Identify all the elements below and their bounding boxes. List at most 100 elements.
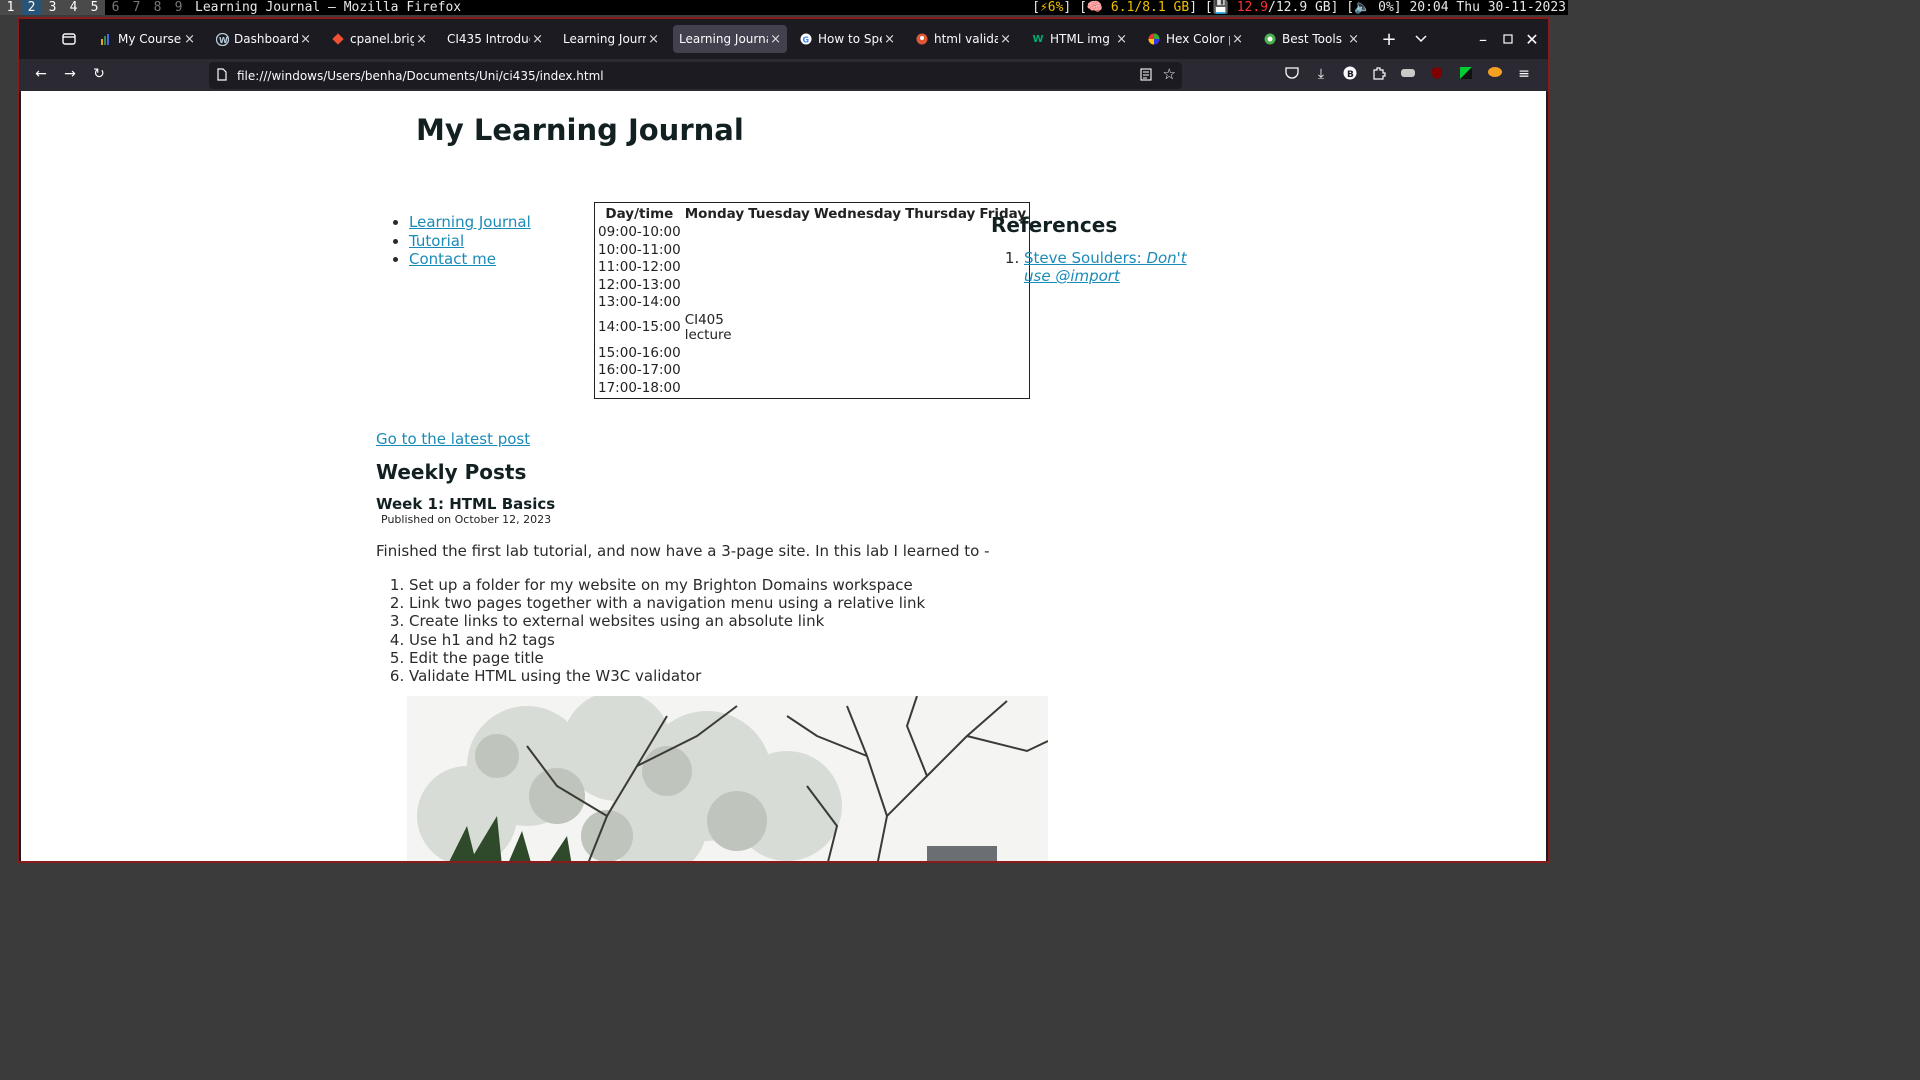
table-row: 15:00-16:00 — [597, 344, 1027, 362]
post-intro: Finished the first lab tutorial, and now… — [376, 542, 990, 560]
tab-cpanel[interactable]: cpanel.brigh× — [325, 25, 433, 53]
monday-cell — [684, 363, 745, 379]
hamburger-menu-icon[interactable]: ≡ — [1514, 66, 1534, 82]
workspace-7[interactable]: 7 — [126, 0, 147, 15]
tab-learning-journal-active[interactable]: Learning Journal × — [673, 25, 787, 53]
download-icon[interactable]: ⤓ — [1311, 66, 1331, 82]
workspace-8[interactable]: 8 — [147, 0, 168, 15]
duckduckgo-icon — [915, 32, 929, 46]
references-list: Steve Soulders: Don't use @import — [1007, 249, 1194, 285]
latest-post-link[interactable]: Go to the latest post — [376, 430, 530, 448]
chevron-down-icon[interactable] — [1412, 30, 1430, 48]
window-title: Learning Journal — Mozilla Firefox — [195, 0, 462, 15]
tab-learning-journal-1[interactable]: Learning Journal× — [557, 25, 665, 53]
reference-link[interactable]: Steve Soulders: Don't use @import — [1024, 249, 1187, 285]
close-icon[interactable]: × — [1000, 32, 1011, 47]
page-title: My Learning Journal — [416, 113, 744, 147]
time-slot: 15:00-16:00 — [598, 344, 681, 361]
extension-green-icon[interactable] — [1456, 66, 1476, 84]
svg-text:G: G — [803, 36, 810, 45]
nav-link-tutorial[interactable]: Tutorial — [409, 232, 464, 250]
globe-icon — [1263, 32, 1277, 46]
workspace-3[interactable]: 3 — [42, 0, 63, 15]
tab-dashboard[interactable]: W Dashboard ‹× — [209, 25, 317, 53]
monday-cell-lecture: CI405 lecture — [684, 311, 732, 343]
close-icon[interactable]: × — [1116, 32, 1127, 47]
bookmark-star-icon[interactable]: ☆ — [1163, 65, 1176, 83]
extensions-puzzle-icon[interactable] — [1369, 66, 1389, 84]
extension-orange-icon[interactable] — [1485, 66, 1505, 82]
time-slot: 16:00-17:00 — [598, 362, 681, 378]
close-icon[interactable]: × — [770, 32, 781, 47]
minimize-icon[interactable]: – — [1474, 30, 1492, 49]
close-icon[interactable]: × — [300, 32, 311, 47]
close-icon[interactable]: × — [184, 32, 195, 47]
page-viewport: My Learning Journal Learning Journal Tut… — [21, 91, 1546, 861]
monday-cell — [684, 225, 745, 241]
system-status-bar: 1 2 3 4 5 6 7 8 9 Learning Journal — Moz… — [0, 0, 1568, 15]
list-item: Use h1 and h2 tags — [409, 631, 925, 649]
blossom-tree-photo — [407, 696, 1048, 861]
close-icon[interactable]: × — [1348, 32, 1359, 47]
color-wheel-icon — [1147, 32, 1161, 46]
volume-level: 0% — [1378, 0, 1394, 15]
reference-author: Steve Soulders: — [1024, 249, 1147, 267]
nav-item: Learning Journal — [409, 213, 531, 232]
disk-total: /12.9 GB — [1268, 0, 1331, 15]
post-title: Week 1: HTML Basics — [376, 495, 556, 513]
workspace-2[interactable]: 2 — [21, 0, 42, 15]
pocket-icon[interactable] — [1282, 66, 1302, 83]
tab-html-img[interactable]: W HTML img ta× — [1025, 25, 1133, 53]
back-icon[interactable]: ← — [31, 66, 51, 82]
close-icon[interactable]: × — [532, 32, 543, 47]
nav-link-learning-journal[interactable]: Learning Journal — [409, 213, 531, 231]
tab-html-validator[interactable]: html validat× — [909, 25, 1017, 53]
monday-cell — [684, 278, 745, 294]
forward-icon[interactable]: → — [60, 66, 80, 82]
close-icon[interactable]: × — [416, 32, 427, 47]
svg-text:W: W — [219, 36, 228, 45]
clock: 20:04 Thu 30-11-2023 — [1409, 0, 1566, 15]
disk-icon: 💾 — [1212, 0, 1229, 15]
workspace-5[interactable]: 5 — [84, 0, 105, 15]
tab-my-course[interactable]: My Course a× — [93, 25, 201, 53]
ublock-icon[interactable] — [1427, 66, 1447, 84]
workspace-6[interactable]: 6 — [105, 0, 126, 15]
workspace-4[interactable]: 4 — [63, 0, 84, 15]
table-row: 14:00-15:00 CI405 lecture — [597, 311, 1027, 344]
navigation-toolbar: ← → ↻ file:///windows/Users/benha/Docume… — [19, 59, 1548, 92]
time-slot: 10:00-11:00 — [598, 241, 681, 258]
firefox-window: My Course a× W Dashboard ‹× cpanel.brigh… — [17, 17, 1550, 863]
close-icon[interactable]: × — [884, 32, 895, 47]
post-date: Published on October 12, 2023 — [381, 513, 552, 526]
close-window-icon[interactable]: ✕ — [1523, 30, 1541, 49]
maximize-icon[interactable] — [1499, 30, 1517, 48]
reader-view-icon[interactable] — [1140, 68, 1152, 84]
firefox-view-icon[interactable] — [61, 31, 77, 47]
tab-hex-color[interactable]: Hex Color pi× — [1141, 25, 1249, 53]
close-icon[interactable]: × — [1232, 32, 1243, 47]
tab-how-to-spec[interactable]: G How to Spec× — [793, 25, 901, 53]
close-icon[interactable]: × — [648, 32, 659, 47]
tab-best-tools[interactable]: Best Tools Fo× — [1257, 25, 1365, 53]
site-navigation: Learning Journal Tutorial Contact me — [389, 213, 531, 269]
workspace-1[interactable]: 1 — [0, 0, 21, 15]
tab-ci435[interactable]: CI435 Introduct× — [441, 25, 549, 53]
url-text[interactable]: file:///windows/Users/benha/Documents/Un… — [237, 69, 604, 83]
reload-icon[interactable]: ↻ — [89, 66, 109, 82]
table-row: 12:00-13:00 — [597, 277, 1027, 294]
battery-indicator: ⚡6% — [1039, 0, 1064, 15]
list-item: Create links to external websites using … — [409, 612, 925, 630]
workspace-9[interactable]: 9 — [168, 0, 189, 15]
references-heading: References — [991, 213, 1118, 237]
nav-link-contact[interactable]: Contact me — [409, 250, 496, 268]
wordpress-icon: W — [215, 32, 229, 46]
extension-b-icon[interactable]: B — [1340, 66, 1360, 84]
extension-cloud-icon[interactable] — [1398, 66, 1418, 82]
timetable-header-row: Day/time Monday Tuesday Wednesday Thursd… — [597, 205, 1027, 223]
new-tab-icon[interactable]: + — [1379, 29, 1399, 50]
monday-cell — [684, 243, 745, 259]
nav-item: Contact me — [409, 250, 531, 269]
url-bar[interactable]: file:///windows/Users/benha/Documents/Un… — [209, 62, 1182, 89]
nav-item: Tutorial — [409, 232, 531, 251]
